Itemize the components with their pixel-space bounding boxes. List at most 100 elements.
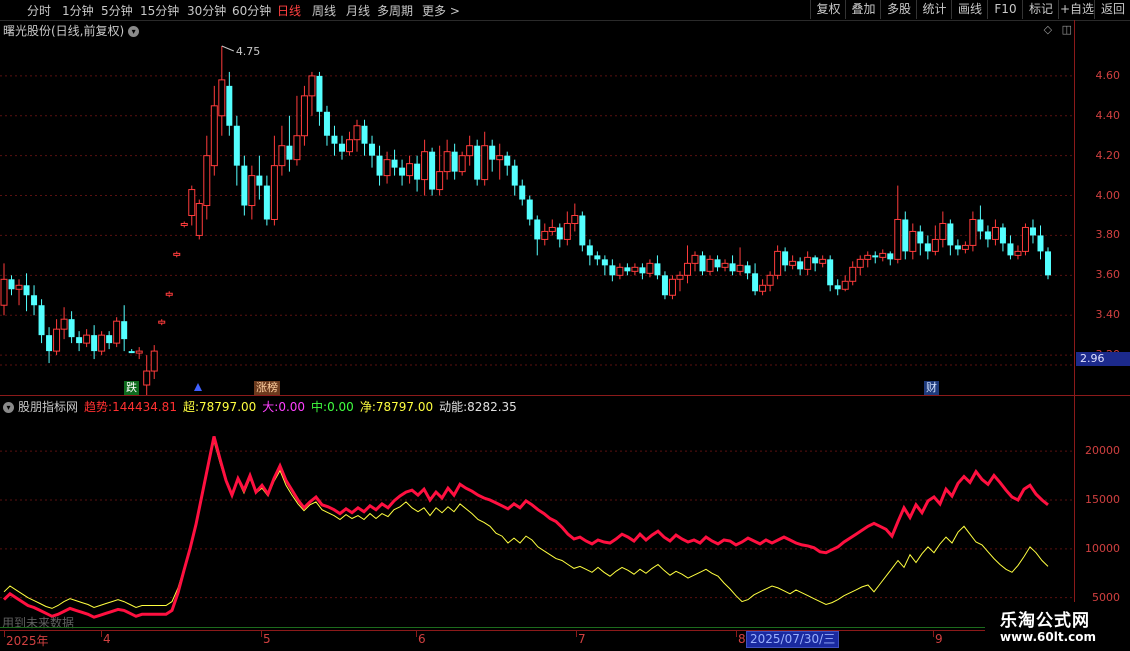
- candle-body: [241, 165, 248, 206]
- panel-divider: [0, 395, 1130, 396]
- candle-body: [210, 105, 218, 167]
- candle-body: [406, 163, 414, 177]
- candle-body: [421, 151, 429, 181]
- indicator-chart[interactable]: [0, 412, 1075, 627]
- period-tab[interactable]: 60分钟: [232, 2, 271, 19]
- toolbar-button[interactable]: 画线: [951, 0, 988, 19]
- candle-body: [902, 219, 909, 252]
- period-toolbar: 分时 1分钟 5分钟 15分钟 30分钟 60分钟 日线 周线 月线 多周期 更多 > 复权 叠加 多股统…: [0, 0, 1130, 21]
- candle-body: [98, 334, 106, 352]
- candlestick-chart[interactable]: 4.752.91: [0, 35, 1075, 395]
- candle-body: [579, 215, 586, 246]
- period-tab[interactable]: 日线: [277, 2, 301, 19]
- candle-body: [383, 159, 391, 177]
- candle-body: [939, 222, 947, 240]
- watermark-title: 乐淘公式网: [1000, 611, 1090, 631]
- toolbar-button[interactable]: 统计: [916, 0, 952, 19]
- toolbar-button[interactable]: 标记: [1022, 0, 1059, 19]
- candle-body: [338, 143, 345, 152]
- period-tab[interactable]: 分时: [27, 2, 51, 19]
- candle-body: [399, 167, 406, 176]
- event-badge-zhangbang[interactable]: 涨榜: [254, 381, 280, 395]
- toolbar-button[interactable]: F10: [987, 0, 1023, 19]
- period-label: 30分钟: [187, 4, 227, 18]
- candle-body: [323, 111, 330, 136]
- candle-body: [961, 244, 969, 250]
- candle-body: [991, 226, 999, 240]
- candle-body: [646, 262, 654, 274]
- candle-body: [270, 165, 278, 220]
- candle-body: [233, 125, 240, 166]
- candle-body: [969, 218, 977, 246]
- candle-body: [894, 218, 902, 260]
- candle-body: [819, 258, 827, 264]
- candle-body: [909, 230, 917, 252]
- candle-body: [1007, 243, 1014, 256]
- candle-body: [887, 253, 894, 260]
- candle-body: [83, 334, 91, 344]
- period-tab[interactable]: 15分钟: [140, 2, 179, 19]
- period-tab[interactable]: 月线: [346, 2, 370, 19]
- toolbar-button[interactable]: 叠加: [845, 0, 881, 19]
- date-tick: [933, 631, 934, 637]
- period-label: 周线: [312, 4, 337, 18]
- candle-body: [774, 250, 782, 276]
- candle-body: [15, 284, 23, 290]
- candle-body: [466, 145, 474, 157]
- date-tick: [261, 631, 262, 637]
- candle-body: [369, 143, 376, 156]
- candle-body: [999, 227, 1006, 244]
- date-tick: [576, 631, 577, 637]
- candle-body: [188, 189, 196, 216]
- toolbar-button[interactable]: 返回: [1094, 0, 1130, 19]
- date-cursor-label: 2025/07/30/三: [746, 631, 840, 648]
- candle-body: [195, 203, 203, 236]
- candle-body: [414, 163, 421, 180]
- event-badge-die[interactable]: 跌: [124, 381, 139, 395]
- candle-body: [391, 159, 398, 168]
- candle-body: [458, 155, 466, 173]
- candle-body: [128, 351, 135, 354]
- candle-body: [293, 135, 301, 161]
- period-tab[interactable]: 周线: [312, 2, 336, 19]
- candle-body: [8, 279, 15, 290]
- candle-body: [541, 230, 549, 240]
- candle-body: [1037, 235, 1044, 252]
- toolbar-button[interactable]: 多股: [880, 0, 917, 19]
- date-label: 4: [103, 632, 111, 646]
- date-tick: [4, 631, 5, 637]
- candle-body: [624, 267, 631, 272]
- candle-body: [173, 252, 181, 256]
- watermark-url: www.60lt.com: [1000, 630, 1097, 644]
- candle-body: [782, 251, 789, 266]
- candle-body: [563, 222, 571, 240]
- candle-body: [345, 139, 353, 153]
- candle-body: [789, 260, 797, 266]
- candle-body: [376, 155, 383, 176]
- candle-body: [474, 145, 481, 180]
- period-label: 1分钟: [62, 4, 94, 18]
- series-line: [2, 436, 1049, 619]
- toolbar-button[interactable]: +自选: [1058, 0, 1095, 19]
- candle-body: [812, 257, 819, 264]
- period-tab[interactable]: 更多 >: [422, 2, 460, 19]
- candle-body: [804, 256, 812, 270]
- period-tab[interactable]: 1分钟: [62, 2, 94, 19]
- date-label: 5: [263, 632, 271, 646]
- candle-body: [834, 285, 841, 290]
- period-tab[interactable]: 30分钟: [187, 2, 226, 19]
- toolbar-button[interactable]: 复权: [810, 0, 846, 19]
- candle-body: [548, 226, 556, 232]
- candle-body: [481, 145, 489, 181]
- candle-body: [586, 245, 593, 256]
- period-tab[interactable]: 5分钟: [101, 2, 133, 19]
- candle-body: [278, 145, 286, 167]
- date-tick: [416, 631, 417, 637]
- candle-body: [353, 125, 361, 141]
- event-badge-cai[interactable]: 财: [924, 381, 939, 395]
- candle-body: [984, 231, 991, 240]
- period-tab[interactable]: 多周期: [377, 2, 413, 19]
- candle-body: [556, 227, 563, 240]
- candle-body: [683, 262, 691, 276]
- candle-body: [827, 259, 834, 286]
